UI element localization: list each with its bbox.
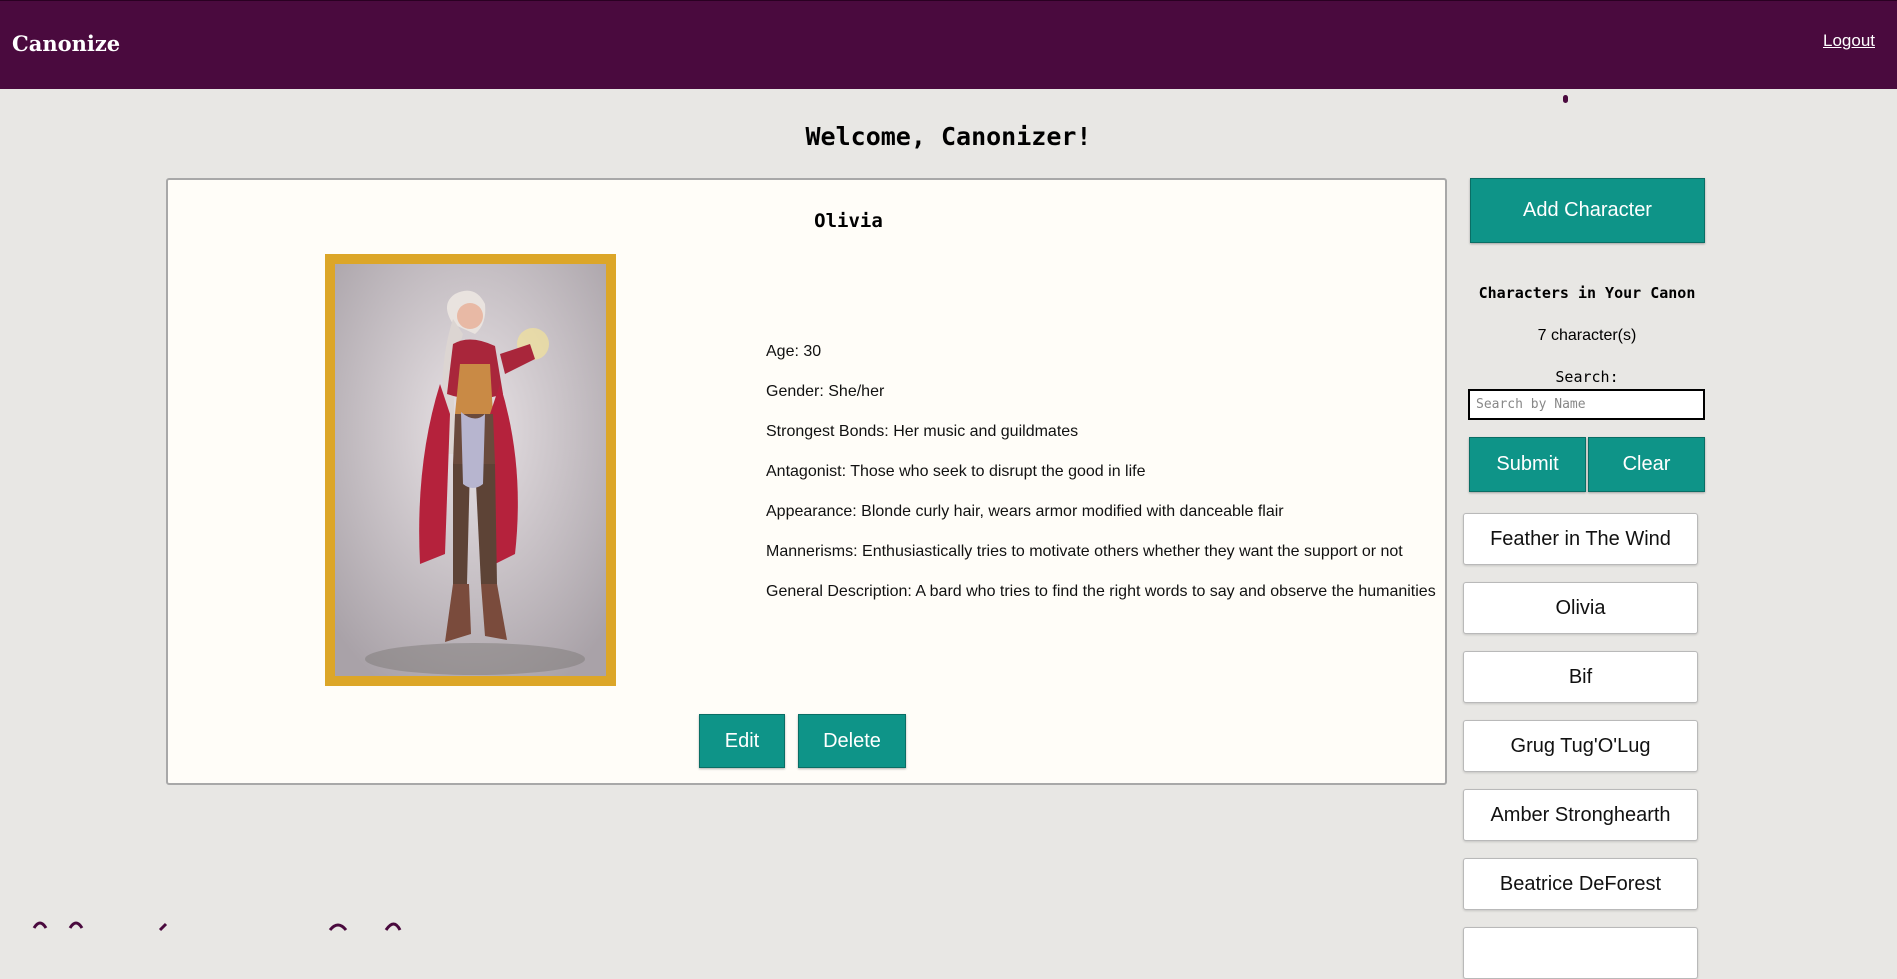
search-input[interactable] bbox=[1468, 389, 1705, 420]
character-name: Olivia bbox=[168, 210, 1449, 232]
character-card: Olivia Age: 30 Gender: She/her Strongest… bbox=[166, 178, 1447, 785]
search-label: Search: bbox=[1555, 368, 1619, 386]
top-nav-bar: Canonize Logout bbox=[0, 0, 1897, 89]
detail-age: Age: 30 bbox=[766, 343, 822, 360]
character-list-item[interactable]: Bif bbox=[1463, 651, 1698, 703]
character-list-item[interactable]: Beatrice DeForest bbox=[1463, 858, 1698, 910]
decorative-dot bbox=[1563, 95, 1568, 103]
character-count: 7 character(s) bbox=[1537, 327, 1637, 344]
character-list-item[interactable]: Grug Tug'O'Lug bbox=[1463, 720, 1698, 772]
character-list-item[interactable]: Feather in The Wind bbox=[1463, 513, 1698, 565]
detail-mannerisms: Mannerisms: Enthusiastically tries to mo… bbox=[766, 543, 1403, 560]
character-portrait-image bbox=[335, 264, 606, 676]
welcome-heading: Welcome, Canonizer! bbox=[805, 122, 1092, 151]
delete-button[interactable]: Delete bbox=[798, 714, 906, 768]
character-name-text: Olivia bbox=[814, 210, 883, 232]
character-list-item[interactable]: Amber Stronghearth bbox=[1463, 789, 1698, 841]
character-portrait-frame bbox=[325, 254, 616, 686]
canon-heading: Characters in Your Canon bbox=[1478, 284, 1696, 302]
add-character-button[interactable]: Add Character bbox=[1470, 178, 1705, 243]
clear-button[interactable]: Clear bbox=[1588, 437, 1705, 492]
detail-gender: Gender: She/her bbox=[766, 383, 885, 400]
detail-general-description: General Description: A bard who tries to… bbox=[766, 583, 1436, 600]
logout-link[interactable]: Logout bbox=[1823, 31, 1875, 51]
detail-antagonist: Antagonist: Those who seek to disrupt th… bbox=[766, 463, 1146, 480]
submit-button[interactable]: Submit bbox=[1469, 437, 1586, 492]
decorative-squiggle bbox=[32, 921, 402, 932]
character-list-item-partial[interactable] bbox=[1463, 927, 1698, 979]
edit-button[interactable]: Edit bbox=[699, 714, 785, 768]
brand-logo[interactable]: Canonize bbox=[12, 31, 120, 56]
character-details: Age: 30 Gender: She/her Strongest Bonds:… bbox=[766, 342, 1436, 622]
detail-strongest-bonds: Strongest Bonds: Her music and guildmate… bbox=[766, 423, 1079, 440]
character-list-item[interactable]: Olivia bbox=[1463, 582, 1698, 634]
detail-appearance: Appearance: Blonde curly hair, wears arm… bbox=[766, 503, 1284, 520]
